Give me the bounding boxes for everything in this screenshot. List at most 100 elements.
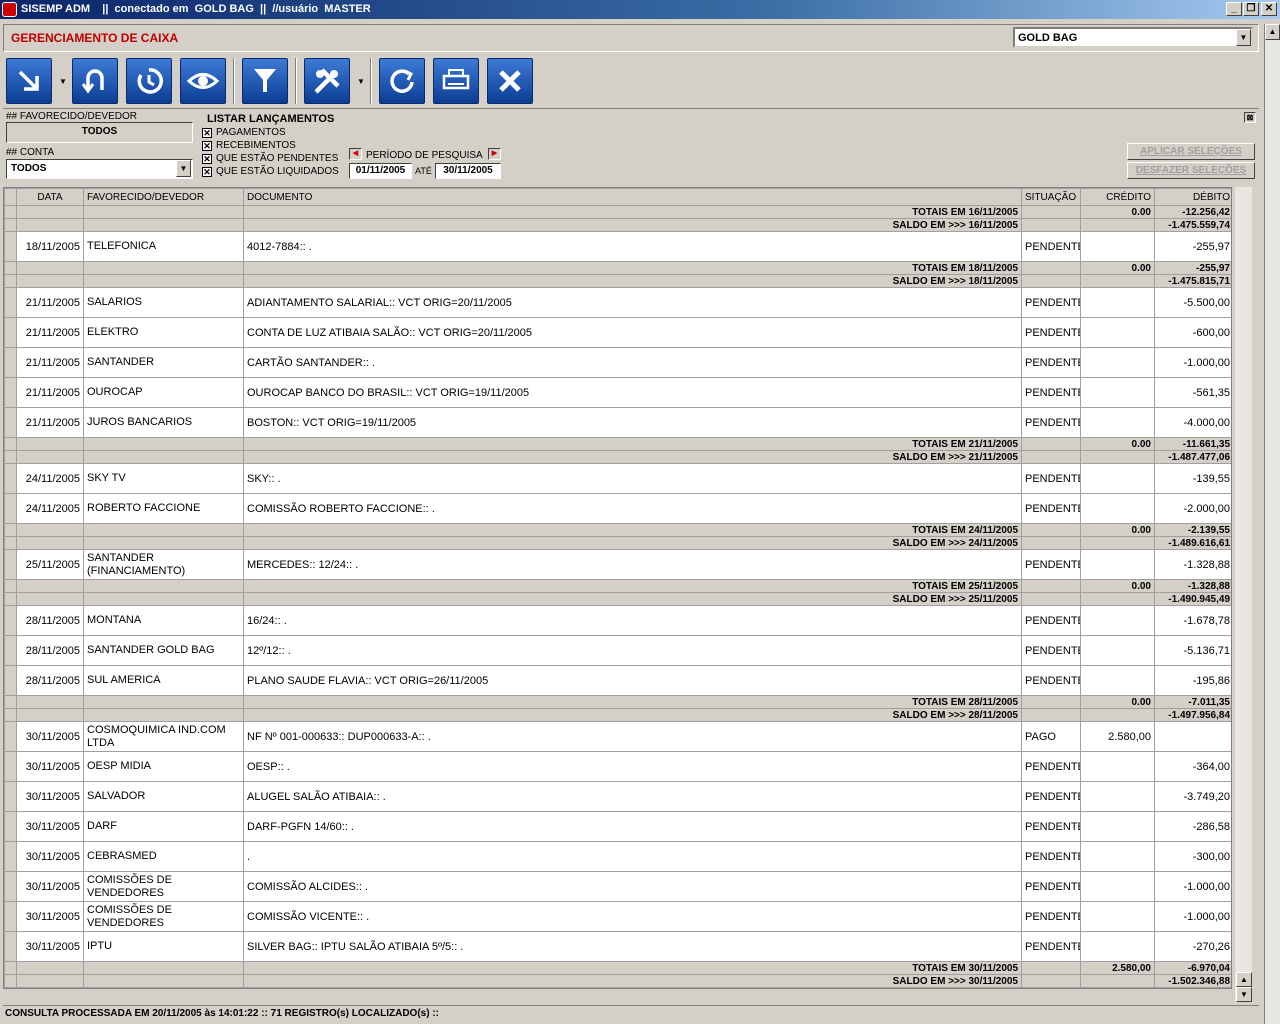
desfazer-button[interactable]: DESFAZER SELEÇÕES xyxy=(1127,162,1255,179)
scroll-thumb[interactable]: ▲ xyxy=(1236,972,1252,987)
table-row[interactable]: 28/11/2005 MONTANA 16/24:: . PENDENTE -1.678… xyxy=(4,605,1231,636)
refresh-button[interactable] xyxy=(379,58,425,104)
row-indicator[interactable] xyxy=(4,549,17,580)
cell-favorecido: ELEKTRO xyxy=(83,317,244,348)
window-scrollbar[interactable]: ▲ xyxy=(1264,24,1280,1024)
table-row[interactable]: 21/11/2005 ELEKTRO CONTA DE LUZ ATIBAIA SA… xyxy=(4,317,1231,348)
column-header-situacao[interactable]: SITUAÇÃO xyxy=(1021,188,1081,206)
table-row[interactable]: 30/11/2005 COMISSÕES DE VENDEDORES COMISSÃ… xyxy=(4,871,1231,902)
table-row[interactable]: 24/11/2005 ROBERTO FACCIONE COMISSÃO ROBER… xyxy=(4,493,1231,524)
row-indicator[interactable] xyxy=(4,635,17,666)
cell-data: 21/11/2005 xyxy=(16,377,84,408)
chevron-down-icon[interactable]: ▼ xyxy=(176,160,191,177)
cell-favorecido: MONTANA xyxy=(83,605,244,636)
row-indicator[interactable] xyxy=(4,871,17,902)
table-row[interactable]: 21/11/2005 SANTANDER CARTÃO SANTANDER:: .P… xyxy=(4,347,1231,378)
row-indicator[interactable] xyxy=(4,841,17,872)
column-header-data[interactable]: DATA xyxy=(16,188,84,206)
table-row[interactable]: 28/11/2005 SUL AMERICA PLANO SAUDE FLAVIA:… xyxy=(4,665,1231,696)
end-date-field[interactable]: 30/11/2005 xyxy=(435,163,501,179)
checkbox-pagamentos[interactable]: ✕ xyxy=(202,128,212,138)
table-row[interactable]: 30/11/2005 CEBRASMED. PENDENTE -300,00 xyxy=(4,841,1231,872)
summary-debito: -1.487.477,06 xyxy=(1154,450,1231,464)
aplicar-button[interactable]: APLICAR SELEÇÕES xyxy=(1127,143,1255,160)
row-indicator[interactable] xyxy=(4,407,17,438)
row-indicator[interactable] xyxy=(4,605,17,636)
collapse-icon[interactable]: ⊠ xyxy=(1244,112,1256,123)
scroll-down-icon[interactable]: ▼ xyxy=(1236,987,1252,1002)
close-button[interactable] xyxy=(487,58,533,104)
row-indicator[interactable] xyxy=(4,463,17,494)
row-indicator[interactable] xyxy=(4,721,17,752)
table-row[interactable]: 30/11/2005 COMISSÕES DE VENDEDORES COMISSÃ… xyxy=(4,901,1231,932)
table-row[interactable]: 30/11/2005 OESP MIDIA OESP:: . PENDENTE -364… xyxy=(4,751,1231,782)
cell-favorecido: TELEFONICA xyxy=(83,231,244,262)
checkbox-pendentes[interactable]: ✕ xyxy=(202,154,212,164)
row-indicator[interactable] xyxy=(4,317,17,348)
chevron-down-icon[interactable]: ▼ xyxy=(1236,29,1251,46)
table-row[interactable]: 21/11/2005 SALARIOS ADIANTAMENTO SALARIAL:… xyxy=(4,287,1231,318)
next-period-icon[interactable]: ▶ xyxy=(488,148,501,160)
table-row[interactable]: 25/11/2005 SANTANDER (FINANCIAMENTO) MERCE… xyxy=(4,549,1231,580)
table-row[interactable]: 21/11/2005 JUROS BANCARIOS BOSTON:: VCT OR… xyxy=(4,407,1231,438)
view-button[interactable] xyxy=(180,58,226,104)
row-indicator[interactable] xyxy=(4,901,17,932)
column-header-debito[interactable]: DÉBITO xyxy=(1154,188,1231,206)
table-row[interactable]: 30/11/2005 COSMOQUIMICA IND.COM LTDA NF Nº… xyxy=(4,721,1231,752)
scroll-up-icon[interactable]: ▲ xyxy=(1265,24,1280,40)
row-indicator[interactable] xyxy=(4,347,17,378)
tools-button[interactable] xyxy=(304,58,350,104)
summary-debito: -11.661,35 xyxy=(1154,437,1231,451)
cell-documento: COMISSÃO ROBERTO FACCIONE:: . xyxy=(243,493,1022,524)
row-indicator[interactable] xyxy=(4,931,17,962)
row-indicator[interactable] xyxy=(4,665,17,696)
table-row[interactable]: 30/11/2005 DARF DARF-PGFN 14/60:: . PENDENT… xyxy=(4,811,1231,842)
start-date-field[interactable]: 01/11/2005 xyxy=(349,163,412,179)
cash-grid[interactable]: DATA FAVORECIDO/DEVEDOR DOCUMENTO SITUAÇ… xyxy=(3,187,1232,989)
cell-documento: . xyxy=(243,841,1022,872)
table-row[interactable]: 18/11/2005 TELEFONICA 4012-7884:: . PENDENT… xyxy=(4,231,1231,262)
checkbox-recebimentos[interactable]: ✕ xyxy=(202,141,212,151)
cell-empty xyxy=(1021,274,1081,288)
close-window-button[interactable]: ✕ xyxy=(1261,2,1277,16)
table-row[interactable]: 21/11/2005 OUROCAP OUROCAP BANCO DO BRASIL… xyxy=(4,377,1231,408)
table-row[interactable]: 30/11/2005 SALVADOR ALUGEL SALÃO ATIBAIA::… xyxy=(4,781,1231,812)
cell-empty xyxy=(1021,708,1081,722)
history-button[interactable] xyxy=(126,58,172,104)
row-indicator[interactable] xyxy=(4,231,17,262)
undo-button[interactable] xyxy=(72,58,118,104)
row-indicator[interactable] xyxy=(4,287,17,318)
table-row[interactable]: 28/11/2005 SANTANDER GOLD BAG 12º/12:: . PE… xyxy=(4,635,1231,666)
column-header-documento[interactable]: DOCUMENTO xyxy=(243,188,1022,206)
import-button[interactable] xyxy=(6,58,52,104)
cell-documento: SILVER BAG:: IPTU SALÃO ATIBAIA 5º/5:: . xyxy=(243,931,1022,962)
summary-credito: 0.00 xyxy=(1080,695,1155,709)
filter-button[interactable] xyxy=(242,58,288,104)
summary-credito xyxy=(1080,274,1155,288)
cell-data: 21/11/2005 xyxy=(16,347,84,378)
row-indicator[interactable] xyxy=(4,377,17,408)
grid-scrollbar[interactable]: ▲ ▼ xyxy=(1235,187,1252,1002)
prev-period-icon[interactable]: ◀ xyxy=(349,148,362,160)
dropdown-arrow-icon[interactable]: ▼ xyxy=(59,77,67,86)
balance-row: SALDO EM >>> 30/11/2005 -1.502.346,88 xyxy=(4,974,1231,988)
row-indicator[interactable] xyxy=(4,751,17,782)
column-header-favorecido[interactable]: FAVORECIDO/DEVEDOR xyxy=(83,188,244,206)
restore-button[interactable]: ❐ xyxy=(1243,2,1259,16)
table-row[interactable]: 24/11/2005 SKY TV SKY:: . PENDENTE -139,55 xyxy=(4,463,1231,494)
column-header-credito[interactable]: CRÉDITO xyxy=(1080,188,1155,206)
row-indicator[interactable] xyxy=(4,781,17,812)
summary-label: TOTAIS EM 16/11/2005 xyxy=(243,205,1022,219)
table-row[interactable]: 30/11/2005 IPTU SILVER BAG:: IPTU SALÃO AT… xyxy=(4,931,1231,962)
row-indicator[interactable] xyxy=(4,811,17,842)
company-select[interactable]: GOLD BAG xyxy=(1013,27,1253,48)
checkbox-liquidados[interactable]: ✕ xyxy=(202,167,212,177)
minimize-button[interactable]: _ xyxy=(1226,2,1242,16)
print-button[interactable] xyxy=(433,58,479,104)
company-value: GOLD BAG xyxy=(1018,32,1078,44)
conta-select[interactable]: TODOS xyxy=(6,159,193,179)
row-indicator[interactable] xyxy=(4,493,17,524)
cell-empty xyxy=(16,974,84,988)
favorecido-field[interactable]: TODOS xyxy=(6,122,193,143)
dropdown-arrow-icon[interactable]: ▼ xyxy=(357,77,365,86)
